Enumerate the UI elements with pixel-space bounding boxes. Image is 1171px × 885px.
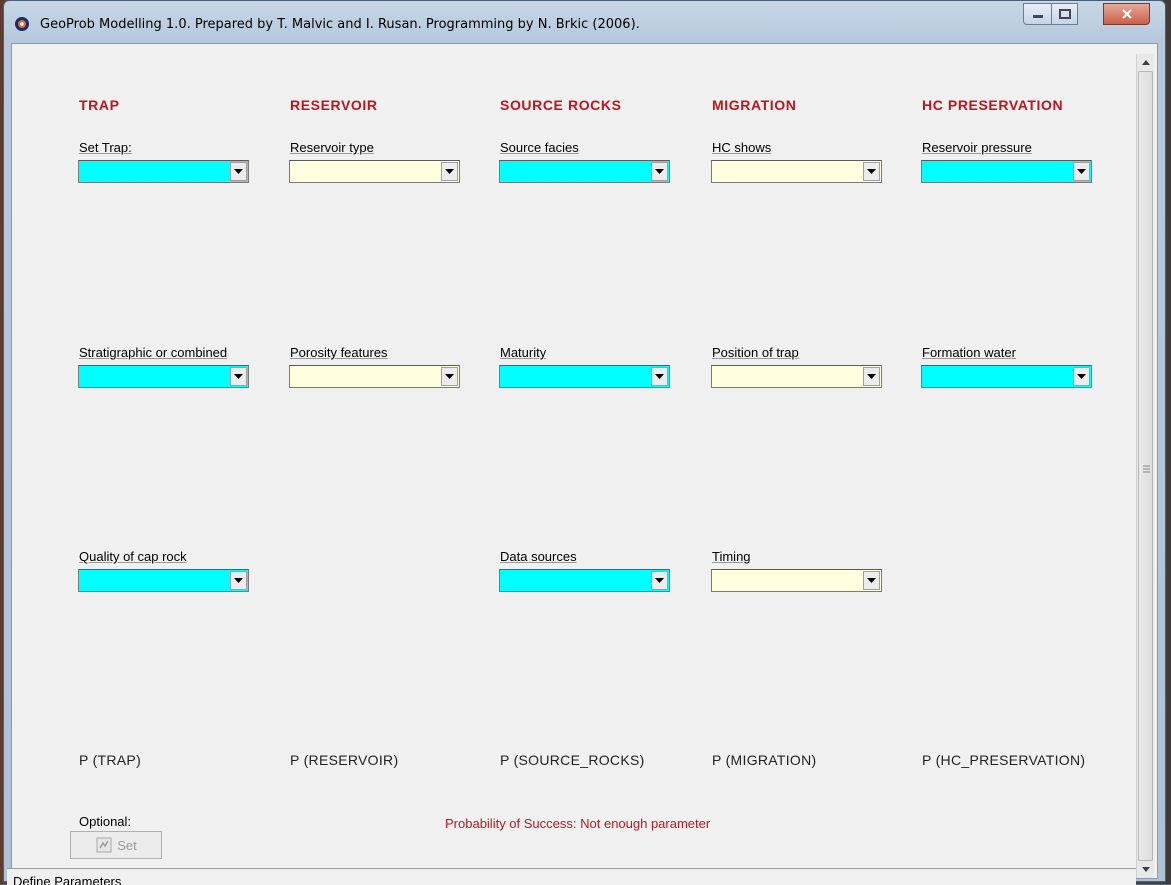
- scroll-up-button[interactable]: [1137, 54, 1154, 71]
- set-button-label: Set: [117, 837, 137, 853]
- probability-migration: P (MIGRATION): [712, 752, 817, 768]
- dropdown-button[interactable]: [1073, 162, 1090, 181]
- arrow-down-icon: [1141, 867, 1150, 872]
- dropdown-button[interactable]: [863, 367, 880, 386]
- header-migration: MIGRATION: [712, 97, 797, 113]
- dropdown-button[interactable]: [1073, 367, 1090, 386]
- chevron-down-icon: [867, 578, 876, 583]
- timing-combo[interactable]: [711, 569, 882, 592]
- close-icon: [1121, 9, 1132, 19]
- reservoir-pressure-combo[interactable]: [921, 160, 1092, 183]
- probability-reservoir: P (RESERVOIR): [290, 752, 399, 768]
- chevron-down-icon: [445, 169, 454, 174]
- reservoir-type-combo[interactable]: [289, 160, 460, 183]
- chevron-down-icon: [867, 374, 876, 379]
- app-window: GeoProb Modelling 1.0. Prepared by T. Ma…: [3, 0, 1166, 882]
- label-stratigraphic-or-combined: Stratigraphic or combined: [79, 345, 228, 360]
- app-icon[interactable]: [14, 16, 30, 32]
- header-source-rocks: SOURCE ROCKS: [500, 97, 622, 113]
- label-set-trap: Set Trap:: [79, 140, 132, 155]
- chevron-down-icon: [655, 374, 664, 379]
- label-formation-water: Formation water: [922, 345, 1016, 360]
- dropdown-button[interactable]: [230, 162, 247, 181]
- chevron-down-icon: [234, 374, 243, 379]
- scrollbar-thumb[interactable]: [1138, 71, 1153, 861]
- label-porosity-features: Porosity features: [290, 345, 388, 360]
- close-button[interactable]: [1103, 3, 1150, 25]
- quality-of-cap-rock-combo[interactable]: [78, 569, 249, 592]
- label-source-facies: Source facies: [500, 140, 579, 155]
- data-sources-combo[interactable]: [499, 569, 670, 592]
- header-hc-preservation: HC PRESERVATION: [922, 97, 1064, 113]
- position-of-trap-combo[interactable]: [711, 365, 882, 388]
- dropdown-button[interactable]: [230, 571, 247, 590]
- set-trap-combo[interactable]: [78, 160, 249, 183]
- source-facies-combo[interactable]: [499, 160, 670, 183]
- probability-source-rocks: P (SOURCE_ROCKS): [500, 752, 645, 768]
- optional-label: Optional:: [79, 814, 132, 829]
- maximize-button[interactable]: [1051, 3, 1078, 25]
- arrow-up-icon: [1141, 60, 1150, 65]
- porosity-features-combo[interactable]: [289, 365, 460, 388]
- dropdown-button[interactable]: [230, 367, 247, 386]
- set-button[interactable]: Set: [70, 831, 162, 859]
- label-position-of-trap: Position of trap: [712, 345, 799, 360]
- header-trap: TRAP: [79, 97, 120, 113]
- dropdown-button[interactable]: [441, 367, 458, 386]
- probability-trap: P (TRAP): [79, 752, 142, 768]
- vertical-scrollbar[interactable]: [1136, 54, 1154, 878]
- minimize-button[interactable]: [1023, 3, 1052, 25]
- dropdown-button[interactable]: [863, 162, 880, 181]
- label-hc-shows: HC shows: [712, 140, 772, 155]
- status-bar: Define Parameters: [7, 868, 1136, 885]
- maximize-icon: [1058, 9, 1071, 19]
- grip-icon: [1143, 465, 1150, 473]
- chevron-down-icon: [655, 169, 664, 174]
- label-quality-of-cap-rock: Quality of cap rock: [79, 549, 187, 564]
- set-icon: [96, 837, 112, 853]
- label-reservoir-pressure: Reservoir pressure: [922, 140, 1032, 155]
- label-reservoir-type: Reservoir type: [290, 140, 374, 155]
- chevron-down-icon: [234, 169, 243, 174]
- chevron-down-icon: [867, 169, 876, 174]
- dropdown-button[interactable]: [651, 162, 668, 181]
- dropdown-button[interactable]: [651, 367, 668, 386]
- header-reservoir: RESERVOIR: [290, 97, 378, 113]
- maturity-combo[interactable]: [499, 365, 670, 388]
- chevron-down-icon: [1077, 169, 1086, 174]
- dropdown-button[interactable]: [863, 571, 880, 590]
- probability-hc-preservation: P (HC_PRESERVATION): [922, 752, 1086, 768]
- dropdown-button[interactable]: [651, 571, 668, 590]
- probability-of-success-text: Probability of Success: Not enough param…: [445, 816, 711, 831]
- stratigraphic-combo[interactable]: [78, 365, 249, 388]
- chevron-down-icon: [1077, 374, 1086, 379]
- title-bar[interactable]: GeoProb Modelling 1.0. Prepared by T. Ma…: [4, 1, 1165, 43]
- chevron-down-icon: [234, 578, 243, 583]
- label-timing: Timing: [712, 549, 751, 564]
- minimize-icon: [1032, 15, 1043, 18]
- label-data-sources: Data sources: [500, 549, 577, 564]
- chevron-down-icon: [655, 578, 664, 583]
- dropdown-button[interactable]: [441, 162, 458, 181]
- label-maturity: Maturity: [500, 345, 547, 360]
- chevron-down-icon: [445, 374, 454, 379]
- scroll-down-button[interactable]: [1137, 861, 1154, 878]
- window-title: GeoProb Modelling 1.0. Prepared by T. Ma…: [40, 17, 640, 32]
- formation-water-combo[interactable]: [921, 365, 1092, 388]
- status-bar-text: Define Parameters: [13, 874, 122, 885]
- hc-shows-combo[interactable]: [711, 160, 882, 183]
